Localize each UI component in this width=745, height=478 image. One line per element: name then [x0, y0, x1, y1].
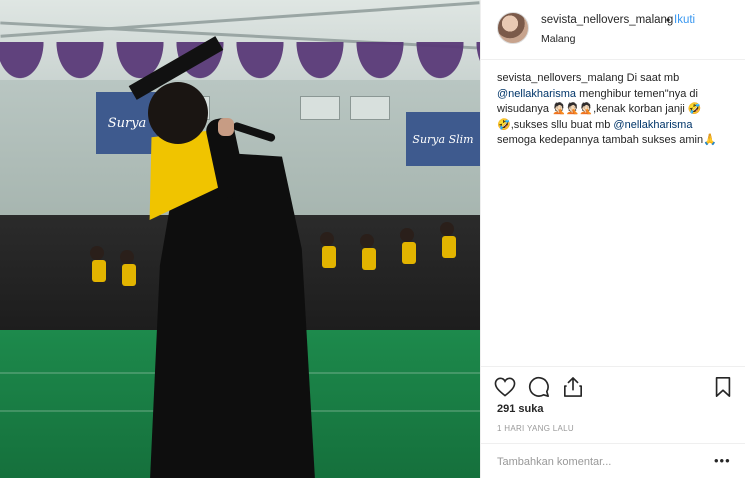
caption-username[interactable]: sevista_nellovers_malang — [497, 72, 624, 84]
post-caption: sevista_nellovers_malang Di saat mb @nel… — [497, 71, 732, 149]
location-link[interactable]: Malang — [541, 33, 575, 45]
comment-icon — [528, 376, 549, 397]
audience-head — [400, 228, 414, 242]
audience-sash — [122, 264, 136, 286]
post-timestamp[interactable]: 1 HARI YANG LALU — [497, 424, 574, 433]
audience-sash — [362, 248, 376, 270]
audience-head — [120, 250, 134, 264]
instagram-post: Surya Surya Slim sevista_nellovers_malan… — [0, 0, 745, 478]
audience-head — [440, 222, 454, 236]
caption-text: Di saat mb — [626, 72, 680, 84]
header-username[interactable]: sevista_nellovers_malang — [541, 14, 673, 26]
comment-button[interactable] — [527, 375, 551, 399]
save-button[interactable] — [711, 375, 735, 399]
photo-singer-hand — [218, 118, 234, 136]
audience-head — [320, 232, 334, 246]
photo-window — [350, 96, 390, 120]
audience-sash — [322, 246, 336, 268]
photo-banner-right: Surya Slim — [406, 112, 480, 166]
audience-sash — [92, 260, 106, 282]
post-sidebar: sevista_nellovers_malang • Ikuti Malang … — [480, 0, 745, 478]
caption-text: semoga kedepannya tambah sukses amin🙏 — [497, 134, 717, 146]
share-icon — [564, 377, 582, 397]
comment-input[interactable] — [497, 454, 707, 470]
like-count[interactable]: 291 suka — [497, 403, 543, 415]
post-photo[interactable]: Surya Surya Slim — [0, 0, 480, 478]
avatar[interactable] — [497, 12, 529, 44]
more-options-button[interactable]: ••• — [714, 453, 731, 468]
caption-mention[interactable]: @nellakharisma — [613, 119, 692, 131]
audience-head — [360, 234, 374, 248]
heart-icon — [494, 377, 516, 397]
share-button[interactable] — [561, 375, 585, 399]
like-button[interactable] — [493, 375, 517, 399]
caption-mention[interactable]: @nellakharisma — [497, 88, 576, 100]
header-separator: • — [666, 13, 671, 27]
audience-sash — [402, 242, 416, 264]
comment-bar: ••• — [481, 443, 745, 478]
bookmark-icon — [715, 377, 731, 397]
photo-singer-head — [148, 82, 208, 144]
photo-drapery — [0, 42, 480, 88]
post-header: sevista_nellovers_malang • Ikuti Malang — [481, 0, 745, 60]
follow-button[interactable]: Ikuti — [674, 14, 695, 26]
action-bar — [481, 366, 745, 406]
audience-sash — [442, 236, 456, 258]
audience-head — [90, 246, 104, 260]
photo-window — [300, 96, 340, 120]
